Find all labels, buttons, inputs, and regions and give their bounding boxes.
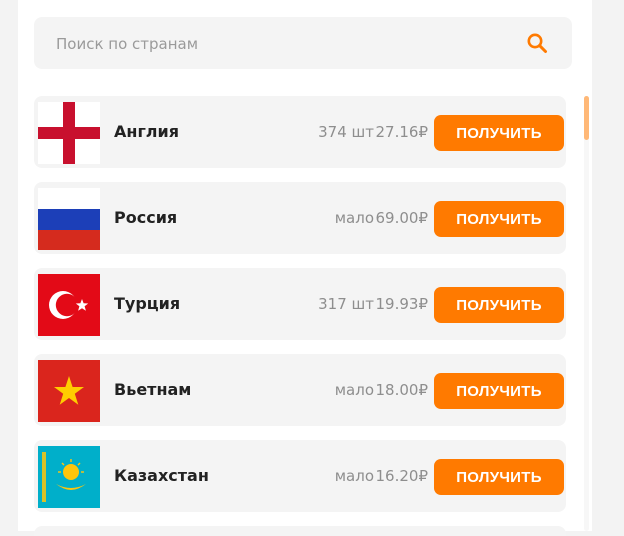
list-item: Казахстан мало 16.20₽ ПОЛУЧИТЬ bbox=[34, 440, 566, 512]
russia-flag-icon bbox=[38, 188, 100, 250]
get-button[interactable]: ПОЛУЧИТЬ bbox=[434, 287, 564, 323]
price: 69.00₽ bbox=[375, 209, 429, 227]
stock-count: 374 шт bbox=[318, 123, 374, 141]
country-name: Турция bbox=[114, 294, 181, 313]
list-item: Вьетнам мало 18.00₽ ПОЛУЧИТЬ bbox=[34, 354, 566, 426]
price: 18.00₽ bbox=[375, 381, 429, 399]
country-name: Англия bbox=[114, 122, 179, 141]
list-item-partial bbox=[34, 526, 566, 536]
vietnam-flag-icon bbox=[38, 360, 100, 422]
list-item: Турция 317 шт 19.93₽ ПОЛУЧИТЬ bbox=[34, 268, 566, 340]
price: 27.16₽ bbox=[375, 123, 429, 141]
scrollbar[interactable] bbox=[584, 96, 589, 531]
stock-count: мало bbox=[334, 467, 374, 485]
stock-count: мало bbox=[334, 209, 374, 227]
stock-count: 317 шт bbox=[318, 295, 374, 313]
get-button[interactable]: ПОЛУЧИТЬ bbox=[434, 459, 564, 495]
turkey-flag-icon bbox=[38, 274, 100, 336]
stock-count: мало bbox=[334, 381, 374, 399]
scrollbar-thumb[interactable] bbox=[584, 96, 589, 140]
search-bar bbox=[34, 17, 572, 71]
get-button[interactable]: ПОЛУЧИТЬ bbox=[434, 115, 564, 151]
country-name: Россия bbox=[114, 208, 178, 227]
country-panel: Англия 374 шт 27.16₽ ПОЛУЧИТЬ Россия мал… bbox=[18, 0, 592, 536]
search-input[interactable] bbox=[54, 17, 498, 71]
list-item: Россия мало 69.00₽ ПОЛУЧИТЬ bbox=[34, 182, 566, 254]
get-button[interactable]: ПОЛУЧИТЬ bbox=[434, 201, 564, 237]
country-name: Казахстан bbox=[114, 466, 209, 485]
kazakhstan-flag-icon bbox=[38, 446, 100, 508]
get-button[interactable]: ПОЛУЧИТЬ bbox=[434, 373, 564, 409]
country-name: Вьетнам bbox=[114, 380, 192, 399]
price: 19.93₽ bbox=[375, 295, 429, 313]
search-icon[interactable] bbox=[526, 32, 548, 54]
list-item: Англия 374 шт 27.16₽ ПОЛУЧИТЬ bbox=[34, 96, 566, 168]
england-flag-icon bbox=[38, 102, 100, 164]
country-list: Англия 374 шт 27.16₽ ПОЛУЧИТЬ Россия мал… bbox=[34, 96, 566, 526]
price: 16.20₽ bbox=[375, 467, 429, 485]
